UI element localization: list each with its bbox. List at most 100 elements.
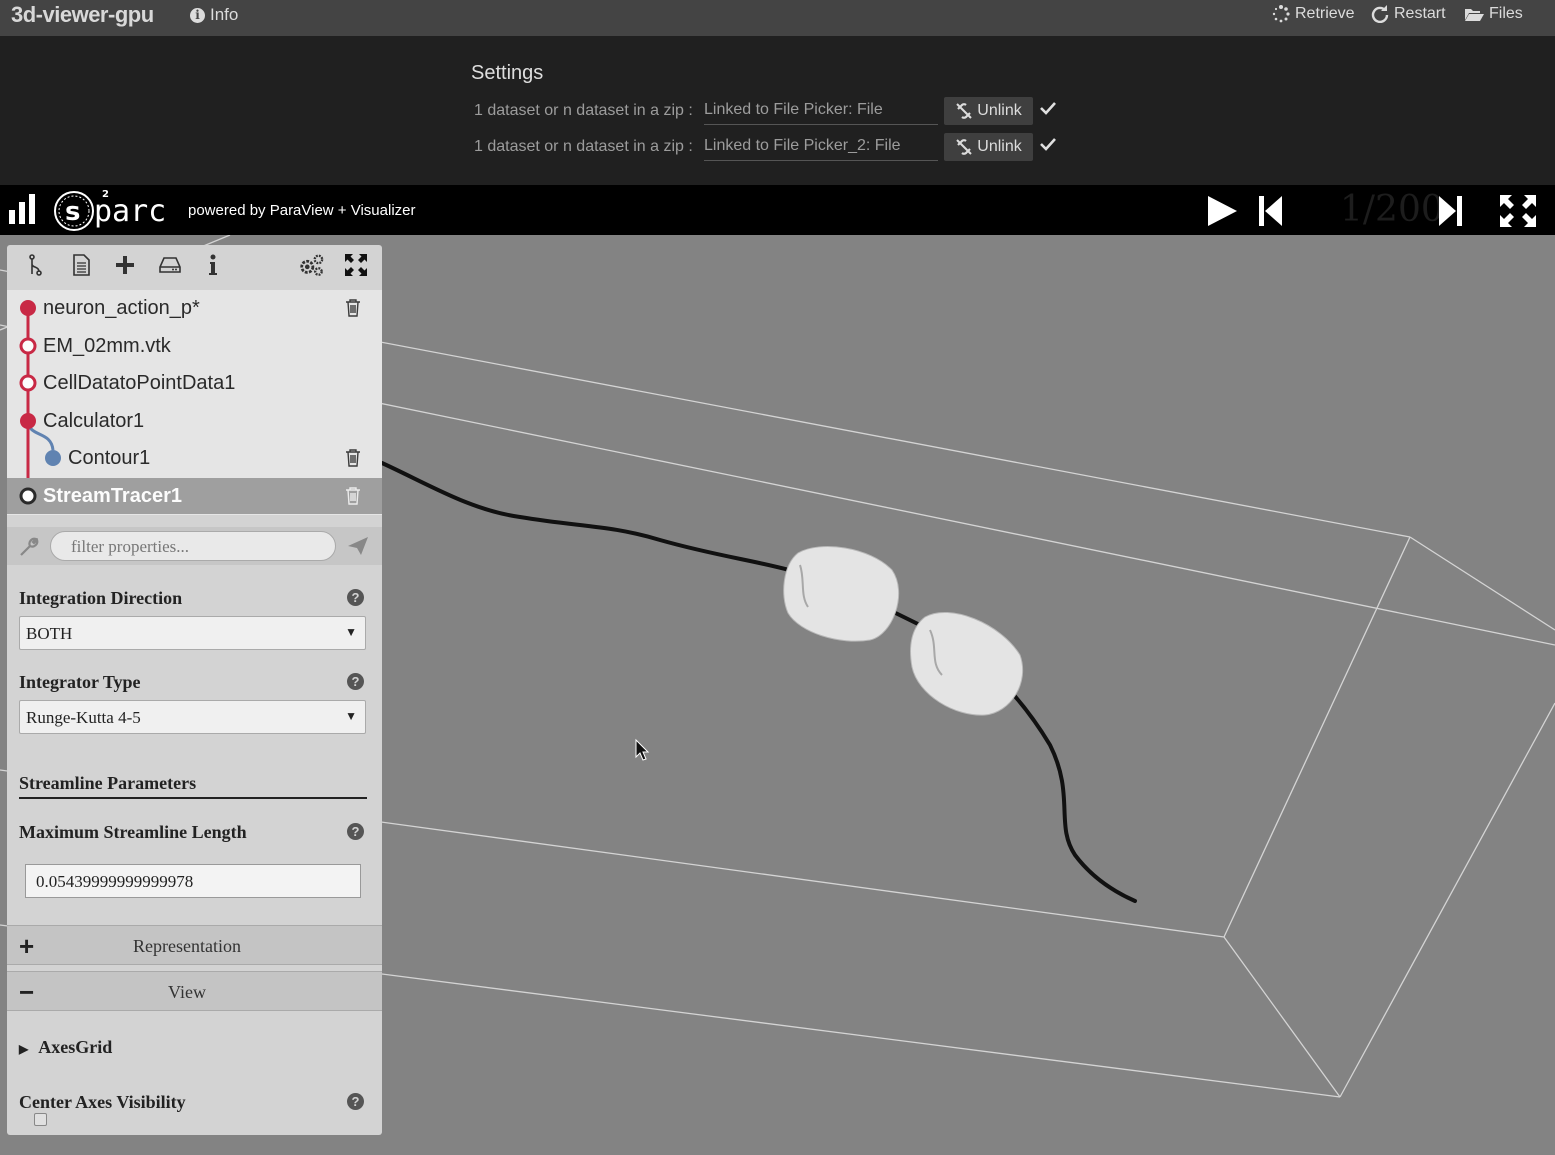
pipeline-item-label: StreamTracer1 <box>43 485 182 507</box>
powered-by-text: powered by ParaView + Visualizer <box>188 202 416 219</box>
axes-grid-toggle[interactable]: ▶ AxesGrid <box>19 1037 112 1058</box>
files-label: Files <box>1489 5 1523 22</box>
pipeline-item[interactable]: Contour1 <box>7 440 382 476</box>
pipeline-browser: neuron_action_p* EM_02mm.vtk CellDatatoP… <box>7 290 382 515</box>
caret-down-icon: ▼ <box>345 709 357 723</box>
settings-row-2: 1 dataset or n dataset in a zip : Linked… <box>474 131 1074 161</box>
node-visible-icon[interactable] <box>44 449 62 467</box>
play-icon[interactable] <box>1205 194 1239 228</box>
unlink-label: Unlink <box>977 102 1022 119</box>
wrench-icon[interactable] <box>19 537 39 557</box>
filter-properties-input[interactable]: filter properties... <box>50 531 336 561</box>
file-link-field[interactable]: Linked to File Picker_2: File <box>704 131 938 161</box>
node-visible-icon[interactable] <box>19 299 37 317</box>
streamline-path <box>380 461 1137 903</box>
info-button[interactable]: i Info <box>190 5 238 25</box>
hard-drive-icon <box>159 257 181 273</box>
representation-group-toggle[interactable]: + Representation <box>7 925 382 965</box>
first-frame-icon[interactable] <box>1258 194 1284 228</box>
file-text-icon <box>73 254 90 276</box>
fullscreen-icon[interactable] <box>1498 193 1538 229</box>
help-icon[interactable]: ? <box>347 589 364 606</box>
info-icon <box>209 254 217 275</box>
pipeline-item-label: EM_02mm.vtk <box>43 335 171 357</box>
spinner-icon <box>1272 5 1290 23</box>
plus-icon <box>116 256 134 274</box>
group-label: View <box>168 982 206 1002</box>
restart-icon <box>1371 5 1389 23</box>
control-panel: neuron_action_p* EM_02mm.vtk CellDatatoP… <box>7 245 382 1135</box>
pipeline-item[interactable]: Calculator1 <box>7 403 382 439</box>
add-filter-tab[interactable] <box>112 253 138 277</box>
help-icon[interactable]: ? <box>347 823 364 840</box>
files-tab[interactable] <box>68 253 94 277</box>
last-frame-icon[interactable] <box>1437 194 1463 228</box>
send-icon[interactable] <box>347 536 369 556</box>
collapse-panel-button[interactable] <box>343 253 369 277</box>
unlink-button[interactable]: Unlink <box>944 133 1033 161</box>
pipeline-item-label: Calculator1 <box>43 410 145 432</box>
integration-direction-select[interactable]: BOTH ▼ <box>19 616 366 650</box>
node-hidden-icon[interactable] <box>19 374 37 392</box>
gears-icon <box>300 254 324 276</box>
unlink-label: Unlink <box>977 138 1022 155</box>
check-icon <box>1040 138 1056 151</box>
node-hidden-icon[interactable] <box>19 337 37 355</box>
max-streamline-length-input[interactable]: 0.05439999999999978 <box>25 864 361 898</box>
center-axes-visibility-label: Center Axes Visibility <box>19 1092 186 1112</box>
streamline-parameters-section: Streamline Parameters <box>19 773 367 799</box>
retrieve-button[interactable]: Retrieve <box>1272 5 1355 23</box>
app-title: 3d-viewer-gpu <box>11 2 154 27</box>
svg-text:parc: parc <box>94 194 166 229</box>
neuron-node-2 <box>910 612 1024 716</box>
info-icon: i <box>190 7 205 23</box>
trash-icon[interactable] <box>345 449 361 467</box>
help-icon[interactable]: ? <box>347 673 364 690</box>
settings-row-label: 1 dataset or n dataset in a zip : <box>474 102 693 119</box>
integrator-type-select[interactable]: Runge-Kutta 4-5 ▼ <box>19 700 366 734</box>
bar-chart-icon[interactable] <box>9 194 37 226</box>
caret-right-icon: ▶ <box>19 1042 29 1056</box>
axes-grid-label: AxesGrid <box>38 1037 113 1057</box>
viewer-toolbar: s 2 parc powered by ParaView + Visualize… <box>0 185 1555 235</box>
panel-toolbar <box>7 245 382 285</box>
unlink-button[interactable]: Unlink <box>944 97 1033 125</box>
group-label: Representation <box>133 936 241 956</box>
integrator-type-label: Integrator Type <box>19 672 141 692</box>
center-axes-visibility-checkbox[interactable] <box>34 1113 47 1126</box>
pipeline-item[interactable]: CellDatatoPointData1 <box>7 365 382 401</box>
integration-direction-label: Integration Direction <box>19 588 183 608</box>
restart-button[interactable]: Restart <box>1371 5 1446 23</box>
retrieve-label: Retrieve <box>1295 5 1355 22</box>
selected-value: BOTH <box>26 624 73 643</box>
sparc-logo: s 2 parc <box>54 189 166 231</box>
max-streamline-length-label: Maximum Streamline Length <box>19 822 247 842</box>
pipeline-item-label: neuron_action_p* <box>43 297 200 319</box>
unlink-icon <box>956 139 972 155</box>
info-tab[interactable] <box>200 253 226 277</box>
pipeline-item-label: Contour1 <box>68 447 151 469</box>
pipeline-item-selected[interactable]: StreamTracer1 <box>7 478 382 514</box>
info-label: Info <box>210 5 239 24</box>
trash-icon[interactable] <box>345 487 361 505</box>
settings-panel: Settings 1 dataset or n dataset in a zip… <box>0 36 1555 185</box>
save-data-tab[interactable] <box>157 253 183 277</box>
svg-text:s: s <box>65 197 80 227</box>
neuron-node-1 <box>783 546 900 642</box>
node-hidden-icon[interactable] <box>19 487 37 505</box>
trash-icon[interactable] <box>345 299 361 317</box>
unlink-icon <box>956 103 972 119</box>
view-group-toggle[interactable]: − View <box>7 971 382 1011</box>
pipeline-tab[interactable] <box>22 253 48 277</box>
pipeline-icon <box>29 254 42 276</box>
settings-title: Settings <box>471 62 544 84</box>
help-icon[interactable]: ? <box>347 1093 364 1110</box>
app-topbar: 3d-viewer-gpu i Info Retrieve Restart Fi… <box>0 0 1555 36</box>
settings-tab[interactable] <box>298 253 324 277</box>
file-link-field[interactable]: Linked to File Picker: File <box>704 95 938 125</box>
files-button[interactable]: Files <box>1464 5 1523 23</box>
pipeline-item[interactable]: neuron_action_p* <box>7 290 382 326</box>
pipeline-item[interactable]: EM_02mm.vtk <box>7 328 382 364</box>
node-visible-icon[interactable] <box>19 412 37 430</box>
mouse-cursor-icon <box>635 738 650 761</box>
